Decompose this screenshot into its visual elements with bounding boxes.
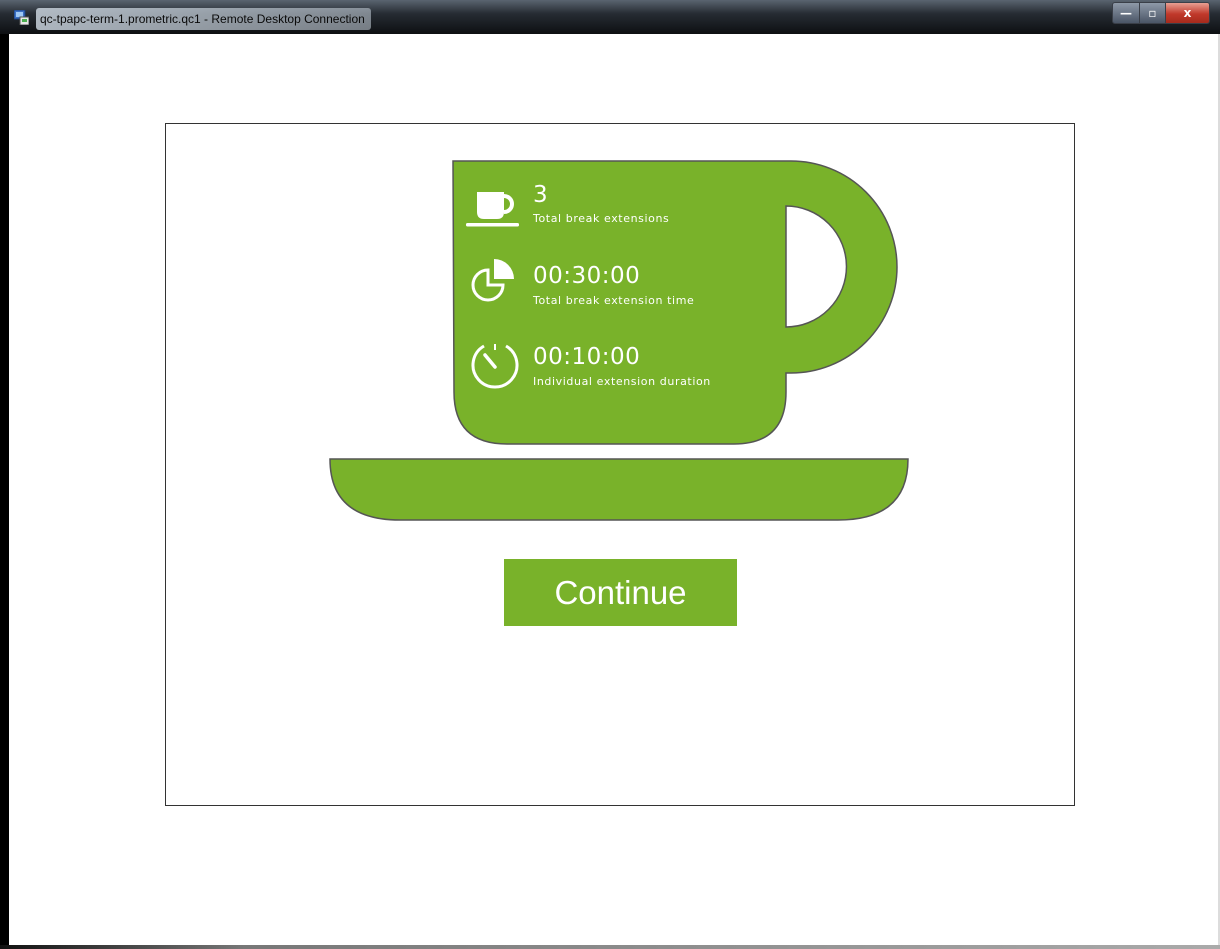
window-bottom-border [0,945,1220,949]
stopwatch-icon [466,338,522,394]
stat-value: 3 [533,182,549,208]
close-button[interactable]: x [1166,2,1210,24]
minimize-button[interactable]: — [1112,2,1140,24]
stat-label: Total break extension time [533,294,695,307]
coffee-cup-illustration [329,160,909,521]
maximize-button[interactable]: ▫ [1140,2,1166,24]
window-left-border [0,34,9,949]
saucer-shape [329,458,909,521]
coffee-cup-icon [466,192,522,236]
stat-label: Individual extension duration [533,375,711,388]
window-titlebar[interactable]: qc-tpapc-term-1.prometric.qc1 - Remote D… [0,0,1220,34]
stat-label: Total break extensions [533,212,670,225]
continue-button[interactable]: Continue [504,559,737,626]
stat-value: 00:10:00 [533,344,641,370]
window-title: qc-tpapc-term-1.prometric.qc1 - Remote D… [36,8,371,30]
break-extension-panel: 3 Total break extensions 00:30:00 Total … [165,123,1075,806]
window-controls: — ▫ x [1112,2,1210,24]
stat-value: 00:30:00 [533,263,641,289]
pie-chart-icon [468,257,522,307]
remote-desktop-icon [13,9,30,26]
